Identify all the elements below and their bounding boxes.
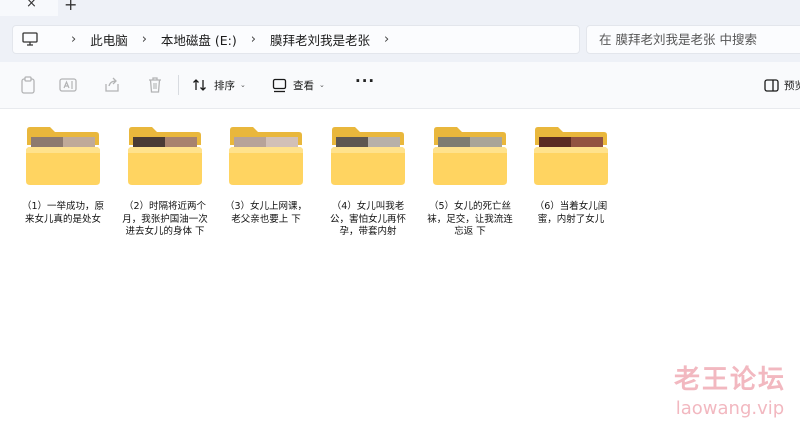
folder-item[interactable]: （5）女儿的死亡丝袜，足交，让我流连忘返 下	[425, 125, 515, 239]
folder-name: （4）女儿叫我老公，害怕女儿再怀孕，带套内射	[329, 201, 406, 237]
new-tab-icon[interactable]: +	[64, 0, 77, 14]
computer-icon[interactable]	[21, 31, 39, 49]
command-bar: 排序 ⌄ 查看 ⌄ ··· 预览	[0, 62, 800, 109]
sort-label: 排序	[214, 79, 235, 92]
search-input[interactable]	[597, 31, 781, 48]
breadcrumb-local-disk-e[interactable]: 本地磁盘 (E:)	[161, 30, 237, 49]
folder-icon	[26, 127, 100, 185]
folder-item[interactable]: （2）时隔将近两个月，我张护国油一次进去女儿的身体 下	[120, 125, 210, 239]
folder-icon	[229, 127, 303, 185]
folder-icon	[433, 127, 507, 185]
folder-item[interactable]: （1）一举成功，原来女儿真的是处女	[18, 125, 108, 226]
watermark: 老王论坛 laowang.vip	[674, 359, 786, 419]
file-view: （1）一举成功，原来女儿真的是处女 （2）时隔将近两个月，我张护国油一次进去女儿…	[0, 109, 800, 428]
view-button[interactable]: 查看 ⌄	[272, 75, 325, 95]
breadcrumb-current-folder[interactable]: 膜拜老刘我是老张	[270, 30, 370, 49]
breadcrumb-separator[interactable]: ›	[71, 32, 76, 47]
folder-item[interactable]: （4）女儿叫我老公，害怕女儿再怀孕，带套内射	[323, 125, 413, 239]
breadcrumb-separator[interactable]: ›	[384, 32, 389, 47]
folder-item[interactable]: （6）当着女儿闺蜜，内射了女儿	[526, 125, 616, 226]
rename-icon[interactable]	[58, 75, 78, 95]
folder-name: （1）一举成功，原来女儿真的是处女	[21, 201, 105, 225]
watermark-url: laowang.vip	[675, 398, 785, 419]
folder-name: （2）时隔将近两个月，我张护国油一次进去女儿的身体 下	[122, 201, 208, 237]
chevron-down-icon: ⌄	[319, 81, 325, 89]
copy-icon[interactable]	[18, 75, 38, 95]
breadcrumb-separator[interactable]: ›	[142, 32, 147, 47]
preview-label: 预览	[784, 79, 800, 92]
preview-pane-icon	[764, 78, 779, 92]
breadcrumb-this-pc[interactable]: 此电脑	[90, 30, 128, 49]
navigation-bar: › 此电脑 › 本地磁盘 (E:) › 膜拜老刘我是老张 ›	[0, 16, 800, 62]
folder-name: （5）女儿的死亡丝袜，足交，让我流连忘返 下	[427, 201, 513, 237]
breadcrumb-separator[interactable]: ›	[251, 32, 256, 47]
preview-pane-button[interactable]: 预览	[764, 75, 800, 95]
sort-button[interactable]: 排序 ⌄	[192, 75, 246, 95]
address-bar[interactable]: › 此电脑 › 本地磁盘 (E:) › 膜拜老刘我是老张 ›	[12, 25, 580, 54]
toolbar-divider	[178, 75, 179, 95]
folder-icon	[331, 127, 405, 185]
chevron-down-icon: ⌄	[240, 81, 246, 89]
view-label: 查看	[293, 79, 314, 92]
folder-name: （6）当着女儿闺蜜，内射了女儿	[534, 201, 608, 225]
folder-name: （3）女儿上网课，老父亲也要上 下	[224, 201, 308, 225]
close-tab-icon[interactable]: ×	[26, 0, 37, 11]
folder-item[interactable]: （3）女儿上网课，老父亲也要上 下	[221, 125, 311, 226]
more-options-icon[interactable]: ···	[355, 72, 375, 90]
delete-icon[interactable]	[145, 75, 165, 95]
browser-tab[interactable]: ×	[0, 0, 58, 16]
sort-icon	[193, 79, 206, 91]
watermark-title: 老王论坛	[673, 365, 786, 395]
search-box[interactable]	[586, 25, 800, 54]
folder-icon	[534, 127, 608, 185]
tab-strip: × +	[0, 0, 800, 16]
folder-icon	[128, 127, 202, 185]
share-icon[interactable]	[102, 75, 122, 95]
view-icon	[272, 78, 287, 92]
